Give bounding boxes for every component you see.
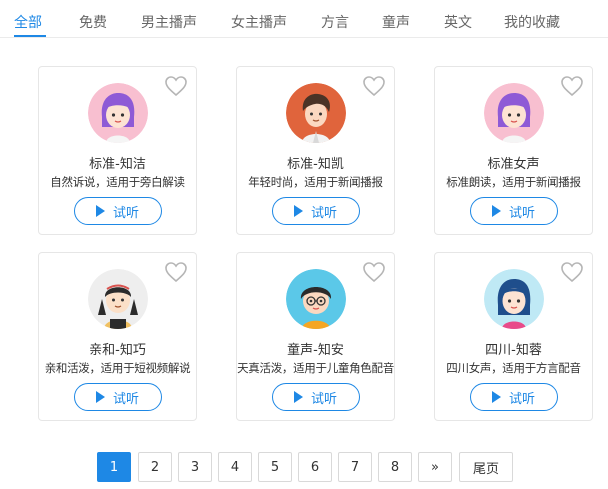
page-button-4[interactable]: 4 — [218, 452, 252, 482]
voice-description: 标准朗读，适用于新闻播报 — [446, 175, 581, 189]
last-page-button[interactable]: 尾页 — [459, 452, 513, 482]
page-button-1[interactable]: 1 — [97, 452, 131, 482]
heart-icon[interactable] — [164, 75, 188, 97]
tab-child-voice[interactable]: 童声 — [382, 12, 410, 32]
girl-pigtails-avatar — [87, 269, 148, 329]
listen-label: 试听 — [310, 205, 337, 221]
listen-label: 试听 — [508, 391, 535, 407]
tab-dialect[interactable]: 方言 — [321, 12, 349, 32]
tab-english[interactable]: 英文 — [444, 12, 472, 32]
play-icon — [293, 205, 303, 217]
listen-button[interactable]: 试听 — [73, 197, 162, 225]
play-icon — [95, 205, 105, 217]
heart-icon[interactable] — [560, 75, 584, 97]
voice-card-zhijie[interactable]: 标准-知洁 自然诉说，适用于旁白解读 试听 — [38, 66, 197, 235]
voice-name: 标准-知凯 — [287, 157, 344, 172]
boy-orange-bg-avatar — [285, 83, 346, 143]
tab-all[interactable]: 全部 — [14, 12, 42, 32]
voice-description: 四川女声，适用于方言配音 — [446, 361, 581, 375]
listen-label: 试听 — [112, 205, 139, 221]
voice-name: 童声-知安 — [287, 343, 344, 358]
voice-card-zhiqiao[interactable]: 亲和-知巧 亲和活泼，适用于短视频解说 试听 — [38, 252, 197, 421]
heart-icon[interactable] — [164, 261, 188, 283]
page-button-5[interactable]: 5 — [258, 452, 292, 482]
tab-male-anchor[interactable]: 男主播声 — [141, 12, 197, 32]
pagination: 1 2 3 4 5 6 7 8 » 尾页 — [0, 452, 608, 482]
voice-card-standard-female[interactable]: 标准女声 标准朗读，适用于新闻播报 试听 — [434, 66, 593, 235]
category-tabs: 全部 免费 男主播声 女主播声 方言 童声 英文 我的收藏 — [0, 0, 608, 38]
voice-name: 四川-知蓉 — [485, 343, 542, 358]
girl-purple-hair-avatar — [483, 83, 544, 143]
listen-label: 试听 — [310, 391, 337, 407]
tab-female-anchor[interactable]: 女主播声 — [231, 12, 287, 32]
voice-name: 亲和-知巧 — [89, 343, 146, 358]
voice-description: 天真活泼，适用于儿童角色配音 — [237, 361, 394, 375]
listen-button[interactable]: 试听 — [469, 383, 558, 411]
voice-name: 标准女声 — [487, 157, 540, 172]
page-button-3[interactable]: 3 — [178, 452, 212, 482]
voice-description: 亲和活泼，适用于短视频解说 — [44, 361, 191, 375]
listen-button[interactable]: 试听 — [271, 383, 360, 411]
listen-button[interactable]: 试听 — [271, 197, 360, 225]
voice-card-zhian[interactable]: 童声-知安 天真活泼，适用于儿童角色配音 试听 — [236, 252, 395, 421]
listen-button[interactable]: 试听 — [469, 197, 558, 225]
heart-icon[interactable] — [362, 75, 386, 97]
tab-free[interactable]: 免费 — [79, 12, 107, 32]
next-page-button[interactable]: » — [418, 452, 452, 482]
heart-icon[interactable] — [362, 261, 386, 283]
girl-purple-hair-avatar — [87, 83, 148, 143]
voice-description: 自然诉说，适用于旁白解读 — [50, 175, 185, 189]
listen-label: 试听 — [508, 205, 535, 221]
play-icon — [491, 391, 501, 403]
voice-card-zhirong[interactable]: 四川-知蓉 四川女声，适用于方言配音 试听 — [434, 252, 593, 421]
listen-label: 试听 — [112, 391, 139, 407]
play-icon — [95, 391, 105, 403]
voice-card-zhikai[interactable]: 标准-知凯 年轻时尚，适用于新闻播报 试听 — [236, 66, 395, 235]
girl-teal-hair-avatar — [483, 269, 544, 329]
page-button-7[interactable]: 7 — [338, 452, 372, 482]
child-glasses-avatar — [285, 269, 346, 329]
listen-button[interactable]: 试听 — [73, 383, 162, 411]
voice-name: 标准-知洁 — [89, 157, 146, 172]
play-icon — [491, 205, 501, 217]
voice-description: 年轻时尚，适用于新闻播报 — [248, 175, 383, 189]
tab-my-favorites[interactable]: 我的收藏 — [504, 12, 560, 32]
page-button-2[interactable]: 2 — [138, 452, 172, 482]
page-button-8[interactable]: 8 — [378, 452, 412, 482]
play-icon — [293, 391, 303, 403]
heart-icon[interactable] — [560, 261, 584, 283]
active-tab-indicator — [14, 35, 46, 37]
page-button-6[interactable]: 6 — [298, 452, 332, 482]
